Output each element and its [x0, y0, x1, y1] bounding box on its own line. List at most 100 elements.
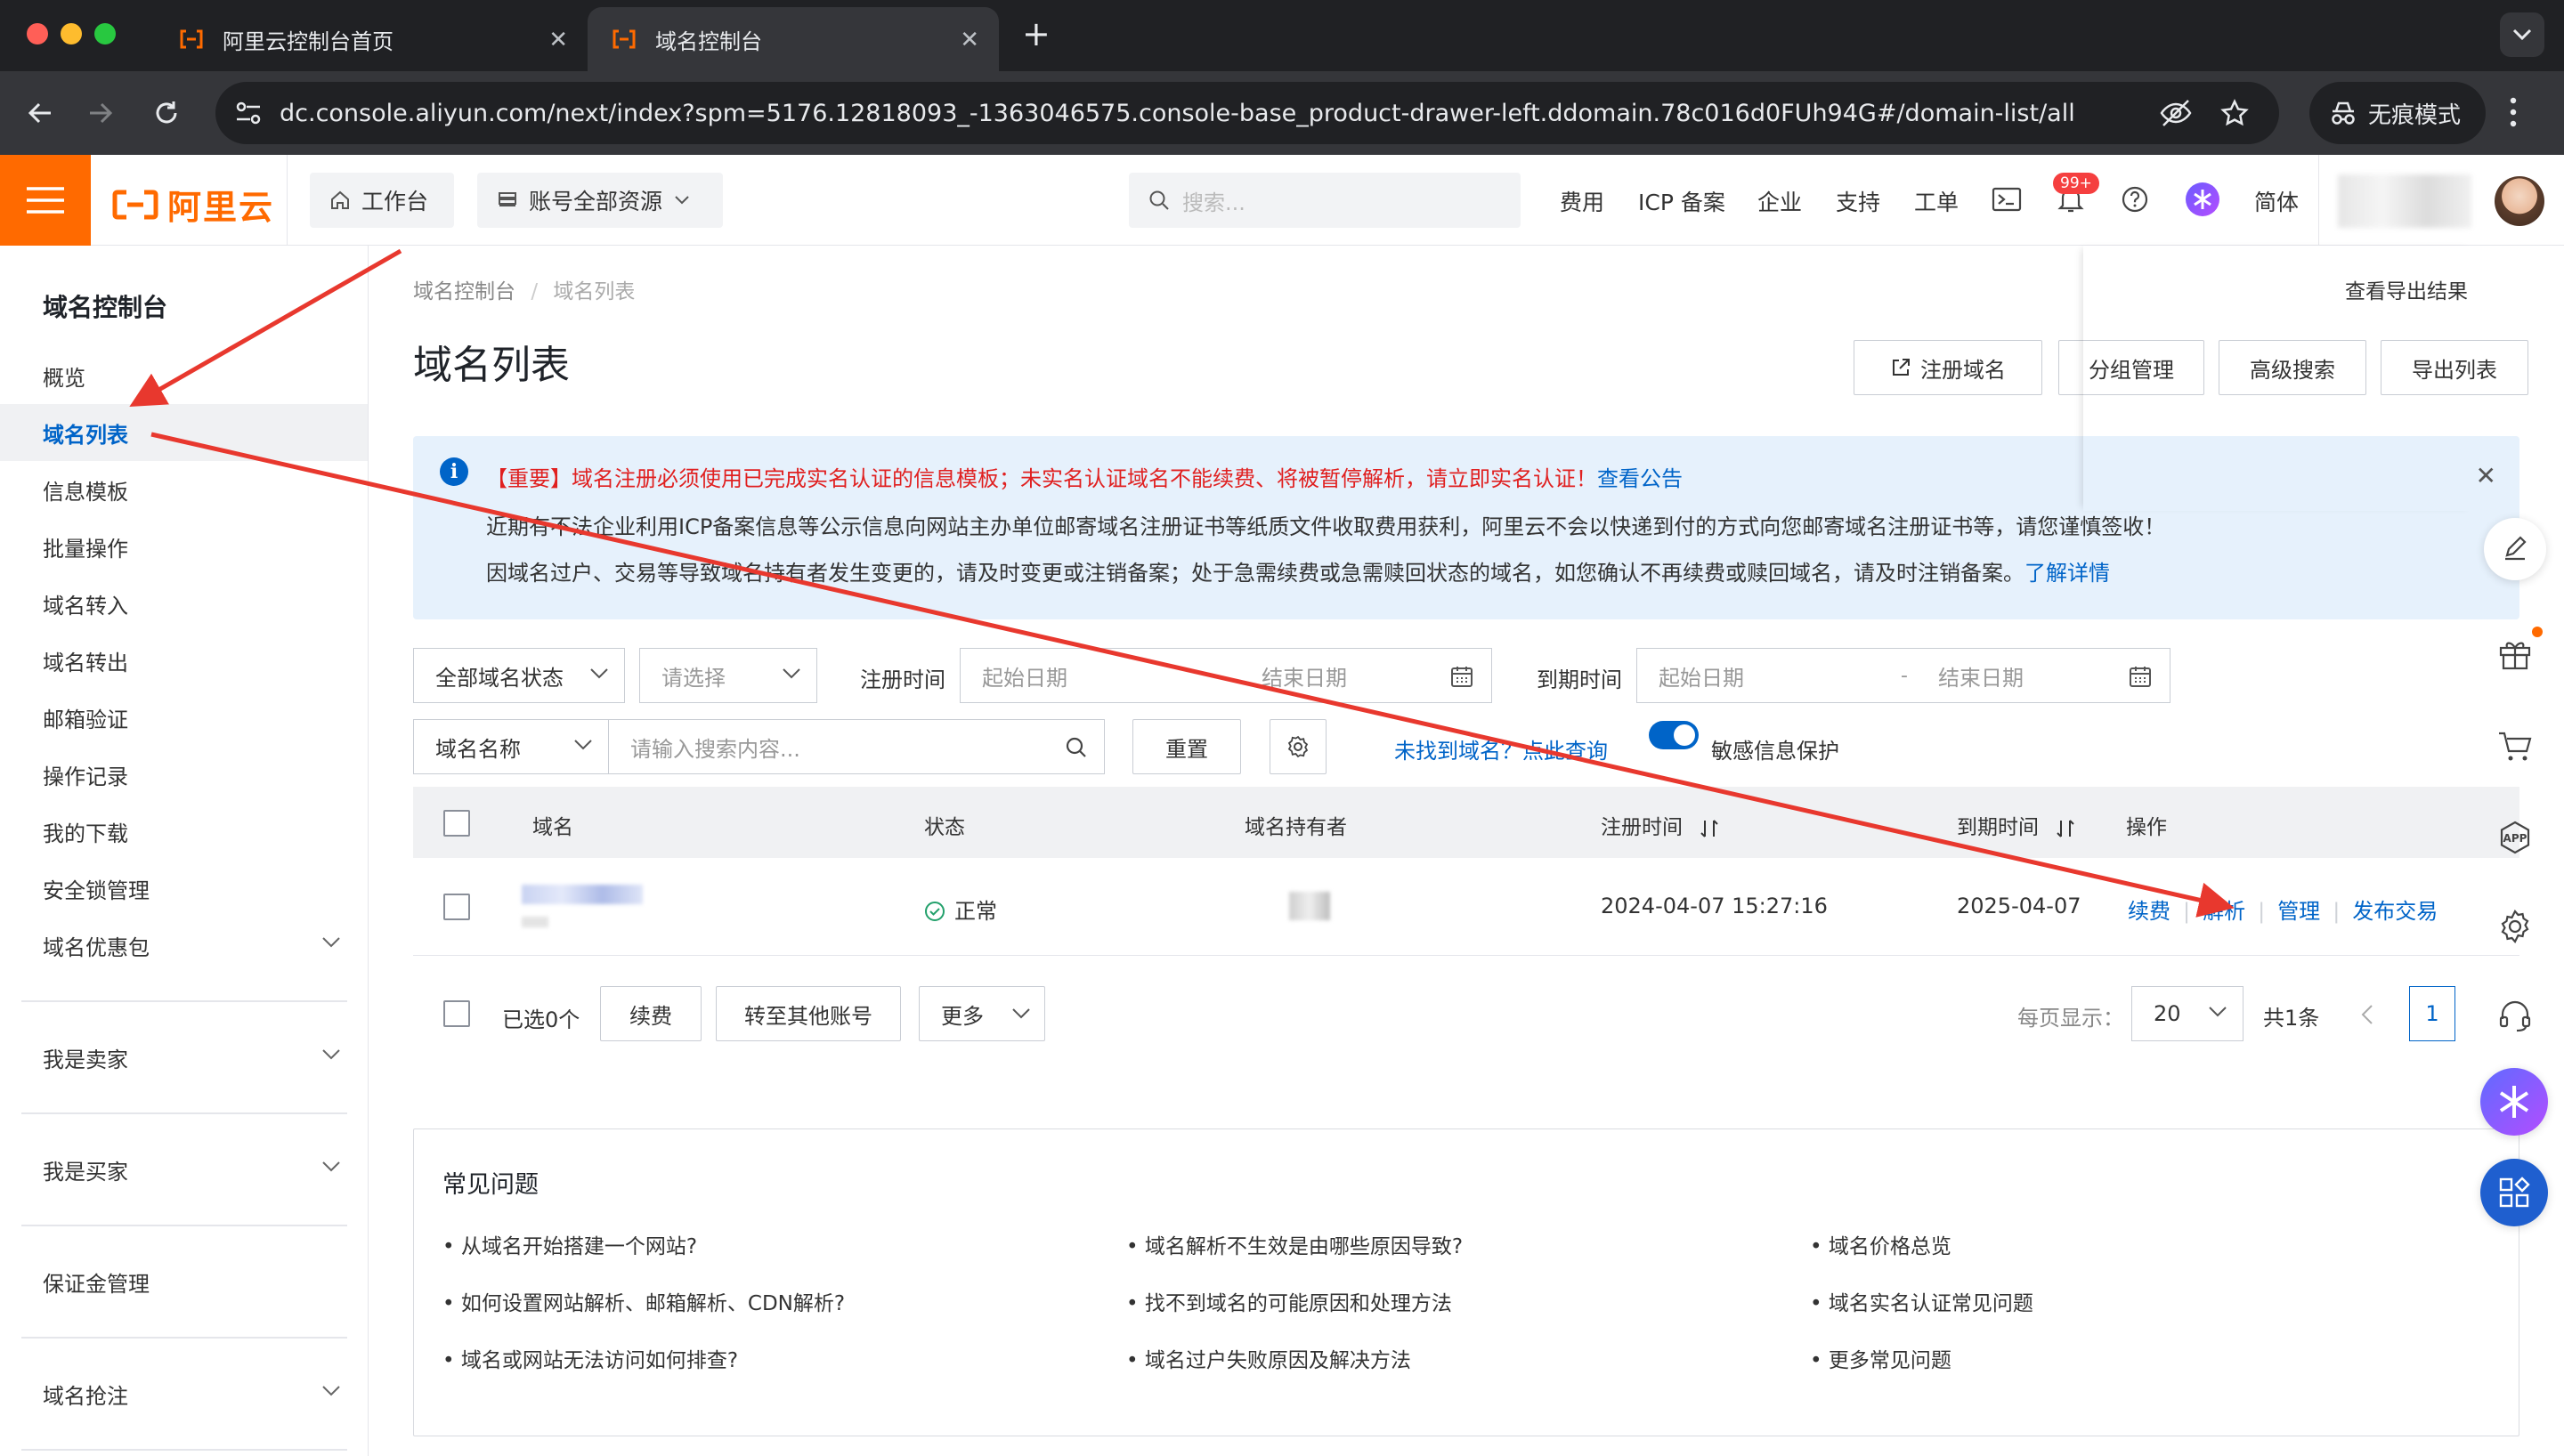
tab-search-button[interactable] — [2500, 12, 2544, 57]
resource-scope-select[interactable]: 账号全部资源 — [477, 173, 723, 228]
sidebar-item-domain-package[interactable]: 域名优惠包 — [0, 917, 368, 974]
account-name-redacted[interactable] — [2338, 174, 2471, 228]
sidebar-group-backorder[interactable]: 域名抢注 — [0, 1365, 368, 1422]
sort-icon[interactable] — [2056, 817, 2075, 840]
sidebar-group-buyer[interactable]: 我是买家 — [0, 1141, 368, 1198]
search-field-select[interactable]: 域名名称 — [413, 719, 609, 774]
forward-button[interactable] — [80, 93, 121, 133]
row-checkbox[interactable] — [443, 894, 470, 920]
faq-link[interactable]: • 域名过户失败原因及解决方法 — [1126, 1343, 1411, 1373]
language-switch[interactable]: 简体 — [2254, 185, 2299, 217]
avatar[interactable] — [2495, 176, 2544, 226]
browser-tab-home[interactable]: 阿里云控制台首页 ✕ — [155, 7, 588, 71]
faq-link[interactable]: • 如何设置网站解析、邮箱解析、CDN解析? — [442, 1286, 845, 1316]
window-zoom-button[interactable] — [94, 23, 116, 44]
renew-link[interactable]: 续费 — [2128, 899, 2170, 924]
sidebar-item-overview[interactable]: 概览 — [0, 347, 368, 404]
faq-link[interactable]: • 域名或网站无法访问如何排查? — [442, 1343, 738, 1373]
nav-link-support[interactable]: 支持 — [1836, 185, 1880, 217]
cloud-shell-button[interactable] — [1989, 182, 2024, 217]
domain-lookup-link[interactable]: 未找到域名？点此查询 — [1394, 733, 1608, 764]
sidebar-item-transfer-in[interactable]: 域名转入 — [0, 575, 368, 632]
faq-link[interactable]: • 域名价格总览 — [1810, 1229, 1951, 1259]
column-header-expire-time[interactable]: 到期时间 — [1957, 810, 2075, 840]
batch-select-checkbox[interactable] — [443, 1000, 470, 1027]
sort-icon[interactable] — [1700, 817, 1719, 840]
menu-button[interactable] — [0, 155, 91, 246]
aliyun-logo[interactable]: 阿里云 — [112, 180, 274, 229]
nav-link-enterprise[interactable]: 企业 — [1757, 185, 1802, 217]
customer-service-button[interactable] — [2484, 984, 2546, 1047]
address-bar[interactable]: dc.console.aliyun.com/next/index?spm=517… — [215, 82, 2279, 144]
new-tab-button[interactable]: + — [1022, 14, 1051, 53]
domain-name-redacted[interactable] — [522, 885, 643, 904]
sidebar-group-deposit[interactable]: 保证金管理 — [0, 1253, 368, 1310]
sidebar-item-batch[interactable]: 批量操作 — [0, 518, 368, 575]
select-all-checkbox[interactable] — [443, 810, 470, 837]
eye-off-icon[interactable] — [2160, 99, 2192, 127]
cart-button[interactable] — [2484, 716, 2546, 778]
sidebar-item-transfer-out[interactable]: 域名转出 — [0, 632, 368, 689]
publish-trade-link[interactable]: 发布交易 — [2352, 899, 2438, 924]
reset-button[interactable]: 重置 — [1132, 719, 1241, 774]
faq-link[interactable]: • 从域名开始搭建一个网站? — [442, 1229, 697, 1259]
domain-search-input[interactable]: 请输入搜索内容... — [608, 719, 1105, 774]
close-tab-icon[interactable]: ✕ — [548, 27, 568, 53]
sidebar-item-operation-log[interactable]: 操作记录 — [0, 746, 368, 803]
sidebar-item-domain-list[interactable]: 域名列表 — [0, 404, 368, 461]
site-settings-icon[interactable] — [235, 101, 262, 125]
sidebar-item-email-verify[interactable]: 邮箱验证 — [0, 689, 368, 746]
register-domain-button[interactable]: 注册域名 — [1854, 340, 2042, 395]
sensitive-info-toggle[interactable] — [1649, 721, 1699, 749]
feedback-button[interactable] — [2484, 518, 2546, 580]
transfer-account-button[interactable]: 转至其他账号 — [716, 986, 901, 1041]
quick-apps-fab[interactable] — [2480, 1159, 2548, 1226]
close-tab-icon[interactable]: ✕ — [960, 27, 979, 53]
ai-assistant-fab[interactable] — [2480, 1068, 2548, 1136]
manage-link[interactable]: 管理 — [2277, 899, 2320, 924]
page-number-button[interactable]: 1 — [2409, 986, 2455, 1041]
sidebar-item-security-lock[interactable]: 安全锁管理 — [0, 860, 368, 917]
app-button[interactable]: APP — [2484, 806, 2546, 869]
batch-renew-button[interactable]: 续费 — [600, 986, 702, 1041]
sidebar-group-seller[interactable]: 我是卖家 — [0, 1029, 368, 1086]
bookmark-star-icon[interactable] — [2220, 99, 2249, 127]
dns-resolve-link[interactable]: 解析 — [2203, 899, 2245, 924]
view-announcement-link[interactable]: 查看公告 — [1597, 466, 1683, 491]
chevron-left-icon[interactable] — [2361, 1004, 2373, 1025]
faq-link[interactable]: • 域名实名认证常见问题 — [1810, 1286, 2033, 1316]
column-settings-button[interactable] — [1270, 719, 1327, 774]
faq-link[interactable]: • 域名解析不生效是由哪些原因导致? — [1126, 1229, 1463, 1259]
breadcrumb-item[interactable]: 域名控制台 — [413, 280, 515, 303]
gift-button[interactable] — [2484, 623, 2546, 685]
ai-assistant-button[interactable] — [2185, 182, 2220, 217]
more-actions-select[interactable]: 更多 — [919, 986, 1045, 1041]
incognito-indicator[interactable]: 无痕模式 — [2309, 82, 2486, 144]
window-close-button[interactable] — [27, 23, 48, 44]
learn-more-link[interactable]: 了解详情 — [2024, 561, 2110, 586]
nav-link-icp[interactable]: ICP 备案 — [1638, 185, 1725, 217]
search-icon[interactable] — [1065, 736, 1088, 759]
browser-tab-domain-console[interactable]: 域名控制台 ✕ — [588, 7, 999, 71]
sidebar-item-downloads[interactable]: 我的下载 — [0, 803, 368, 860]
faq-link[interactable]: • 找不到域名的可能原因和处理方法 — [1126, 1286, 1452, 1316]
column-header-reg-time[interactable]: 注册时间 — [1601, 810, 1719, 840]
faq-link[interactable]: • 更多常见问题 — [1810, 1343, 1951, 1373]
back-button[interactable] — [20, 93, 61, 133]
reg-date-range-picker[interactable]: 起始日期 结束日期 — [960, 648, 1492, 703]
browser-menu-button[interactable] — [2509, 96, 2518, 128]
workbench-button[interactable]: 工作台 — [310, 173, 454, 228]
sidebar-item-info-template[interactable]: 信息模板 — [0, 461, 368, 518]
expire-date-range-picker[interactable]: 起始日期 - 结束日期 — [1636, 648, 2170, 703]
reload-button[interactable] — [146, 93, 187, 133]
domain-type-select[interactable]: 请选择 — [639, 648, 817, 703]
global-search-input[interactable]: 搜索... — [1129, 173, 1521, 228]
window-minimize-button[interactable] — [61, 23, 82, 44]
settings-button[interactable] — [2484, 895, 2546, 958]
nav-link-ticket[interactable]: 工单 — [1914, 185, 1959, 217]
help-button[interactable] — [2117, 182, 2153, 217]
nav-link-billing[interactable]: 费用 — [1560, 185, 1604, 217]
close-notice-icon[interactable]: ✕ — [2476, 461, 2496, 490]
page-size-select[interactable]: 20 — [2131, 986, 2244, 1041]
domain-status-select[interactable]: 全部域名状态 — [413, 648, 625, 703]
